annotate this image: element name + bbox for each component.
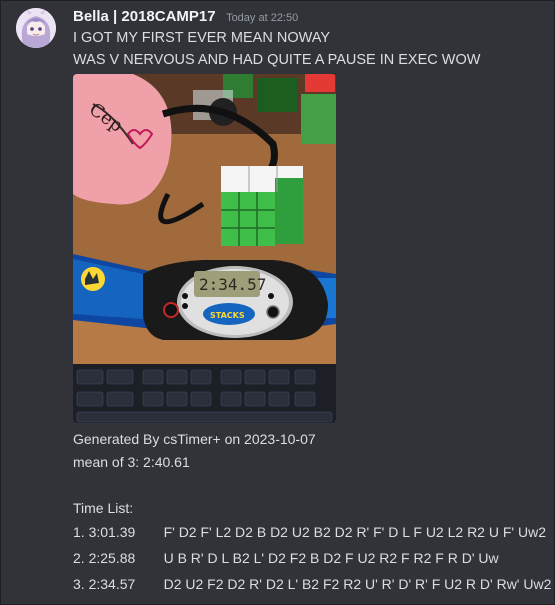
message-line-2: WAS V NERVOUS AND HAD QUITE A PAUSE IN E… [73,52,481,68]
time-row-2: 2. 2:25.88 U B R' D L B2 L' D2 F2 B D2 F … [73,549,499,567]
username[interactable]: Bella | 2018CAMP17 [73,8,216,25]
time-value: 2:34.57 [88,576,136,592]
scramble: F' D2 F' L2 D2 B D2 U2 B2 D2 R' F' D L F… [163,524,546,540]
time-index: 3. [73,576,85,592]
timer-brand: STACKS [210,311,245,320]
timer-display: 2:34.57 [199,275,266,294]
time-value: 2:25.88 [88,550,136,566]
time-list-label: Time List: [73,500,134,516]
rubiks-cube-photo-icon: Cep 2:34.57 STACKS [73,74,336,423]
mean-line: mean of 3: 2:40.61 [73,454,190,470]
anime-avatar-icon [16,8,56,48]
attachment-photo[interactable]: Cep 2:34.57 STACKS [73,74,336,423]
time-value: 3:01.39 [88,524,136,540]
generated-by-line: Generated By csTimer+ on 2023-10-07 [73,431,316,447]
message-line-1: I GOT MY FIRST EVER MEAN NOWAY [73,30,331,46]
message-header: Bella | 2018CAMP17 Today at 22:50 [73,8,298,26]
chat-message: Bella | 2018CAMP17 Today at 22:50 I GOT … [0,0,555,605]
scramble: U B R' D L B2 L' D2 F2 B D2 F U2 R2 F R2… [163,550,499,566]
time-row-1: 1. 3:01.39 F' D2 F' L2 D2 B D2 U2 B2 D2 R… [73,523,546,541]
avatar[interactable] [16,8,56,48]
time-index: 1. [73,524,85,540]
timestamp[interactable]: Today at 22:50 [226,12,298,24]
scramble: D2 U2 F2 D2 R' D2 L' B2 F2 R2 U' R' D' R… [163,576,552,592]
time-index: 2. [73,550,85,566]
time-row-3: 3. 2:34.57 D2 U2 F2 D2 R' D2 L' B2 F2 R2 … [73,575,551,593]
